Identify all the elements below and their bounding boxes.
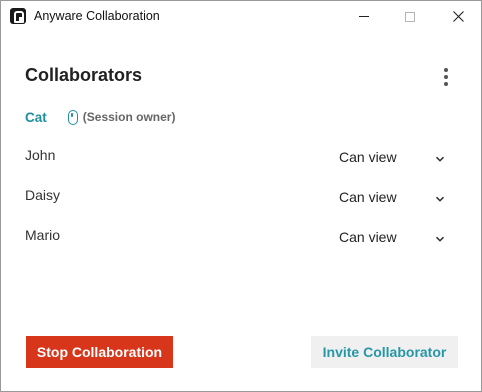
permission-select[interactable]: Can view: [339, 189, 397, 205]
more-vertical-icon: [444, 68, 448, 72]
collaborator-row: Mario Can view: [25, 227, 455, 249]
chevron-down-icon[interactable]: [433, 232, 447, 246]
more-options-button[interactable]: [437, 67, 455, 87]
owner-row: Cat (Session owner): [25, 108, 175, 126]
maximize-button[interactable]: [387, 1, 433, 32]
window-title: Anyware Collaboration: [34, 9, 160, 23]
minimize-icon: [359, 16, 369, 17]
page-title: Collaborators: [25, 65, 143, 85]
collaborator-row: Daisy Can view: [25, 187, 455, 209]
invite-collaborator-button[interactable]: Invite Collaborator: [311, 336, 458, 368]
close-icon: [452, 11, 464, 22]
owner-role-label: (Session owner): [82, 110, 176, 124]
app-logo-icon: [10, 8, 26, 24]
collaborator-row: John Can view: [25, 147, 455, 169]
mouse-icon: [67, 109, 78, 125]
collaborator-name: Daisy: [25, 187, 61, 203]
title-bar[interactable]: Anyware Collaboration: [1, 1, 481, 32]
chevron-down-icon[interactable]: [433, 192, 447, 206]
minimize-button[interactable]: [341, 1, 387, 32]
collaborator-name: Mario: [25, 227, 61, 243]
permission-select[interactable]: Can view: [339, 229, 397, 245]
maximize-icon: [405, 11, 415, 22]
collaborator-name: John: [25, 147, 56, 163]
app-window: Anyware Collaboration Collaborators Cat …: [0, 0, 482, 392]
permission-select[interactable]: Can view: [339, 149, 397, 165]
chevron-down-icon[interactable]: [433, 152, 447, 166]
close-button[interactable]: [435, 1, 481, 32]
stop-collaboration-button[interactable]: Stop Collaboration: [26, 336, 173, 368]
owner-name: Cat: [25, 109, 47, 125]
